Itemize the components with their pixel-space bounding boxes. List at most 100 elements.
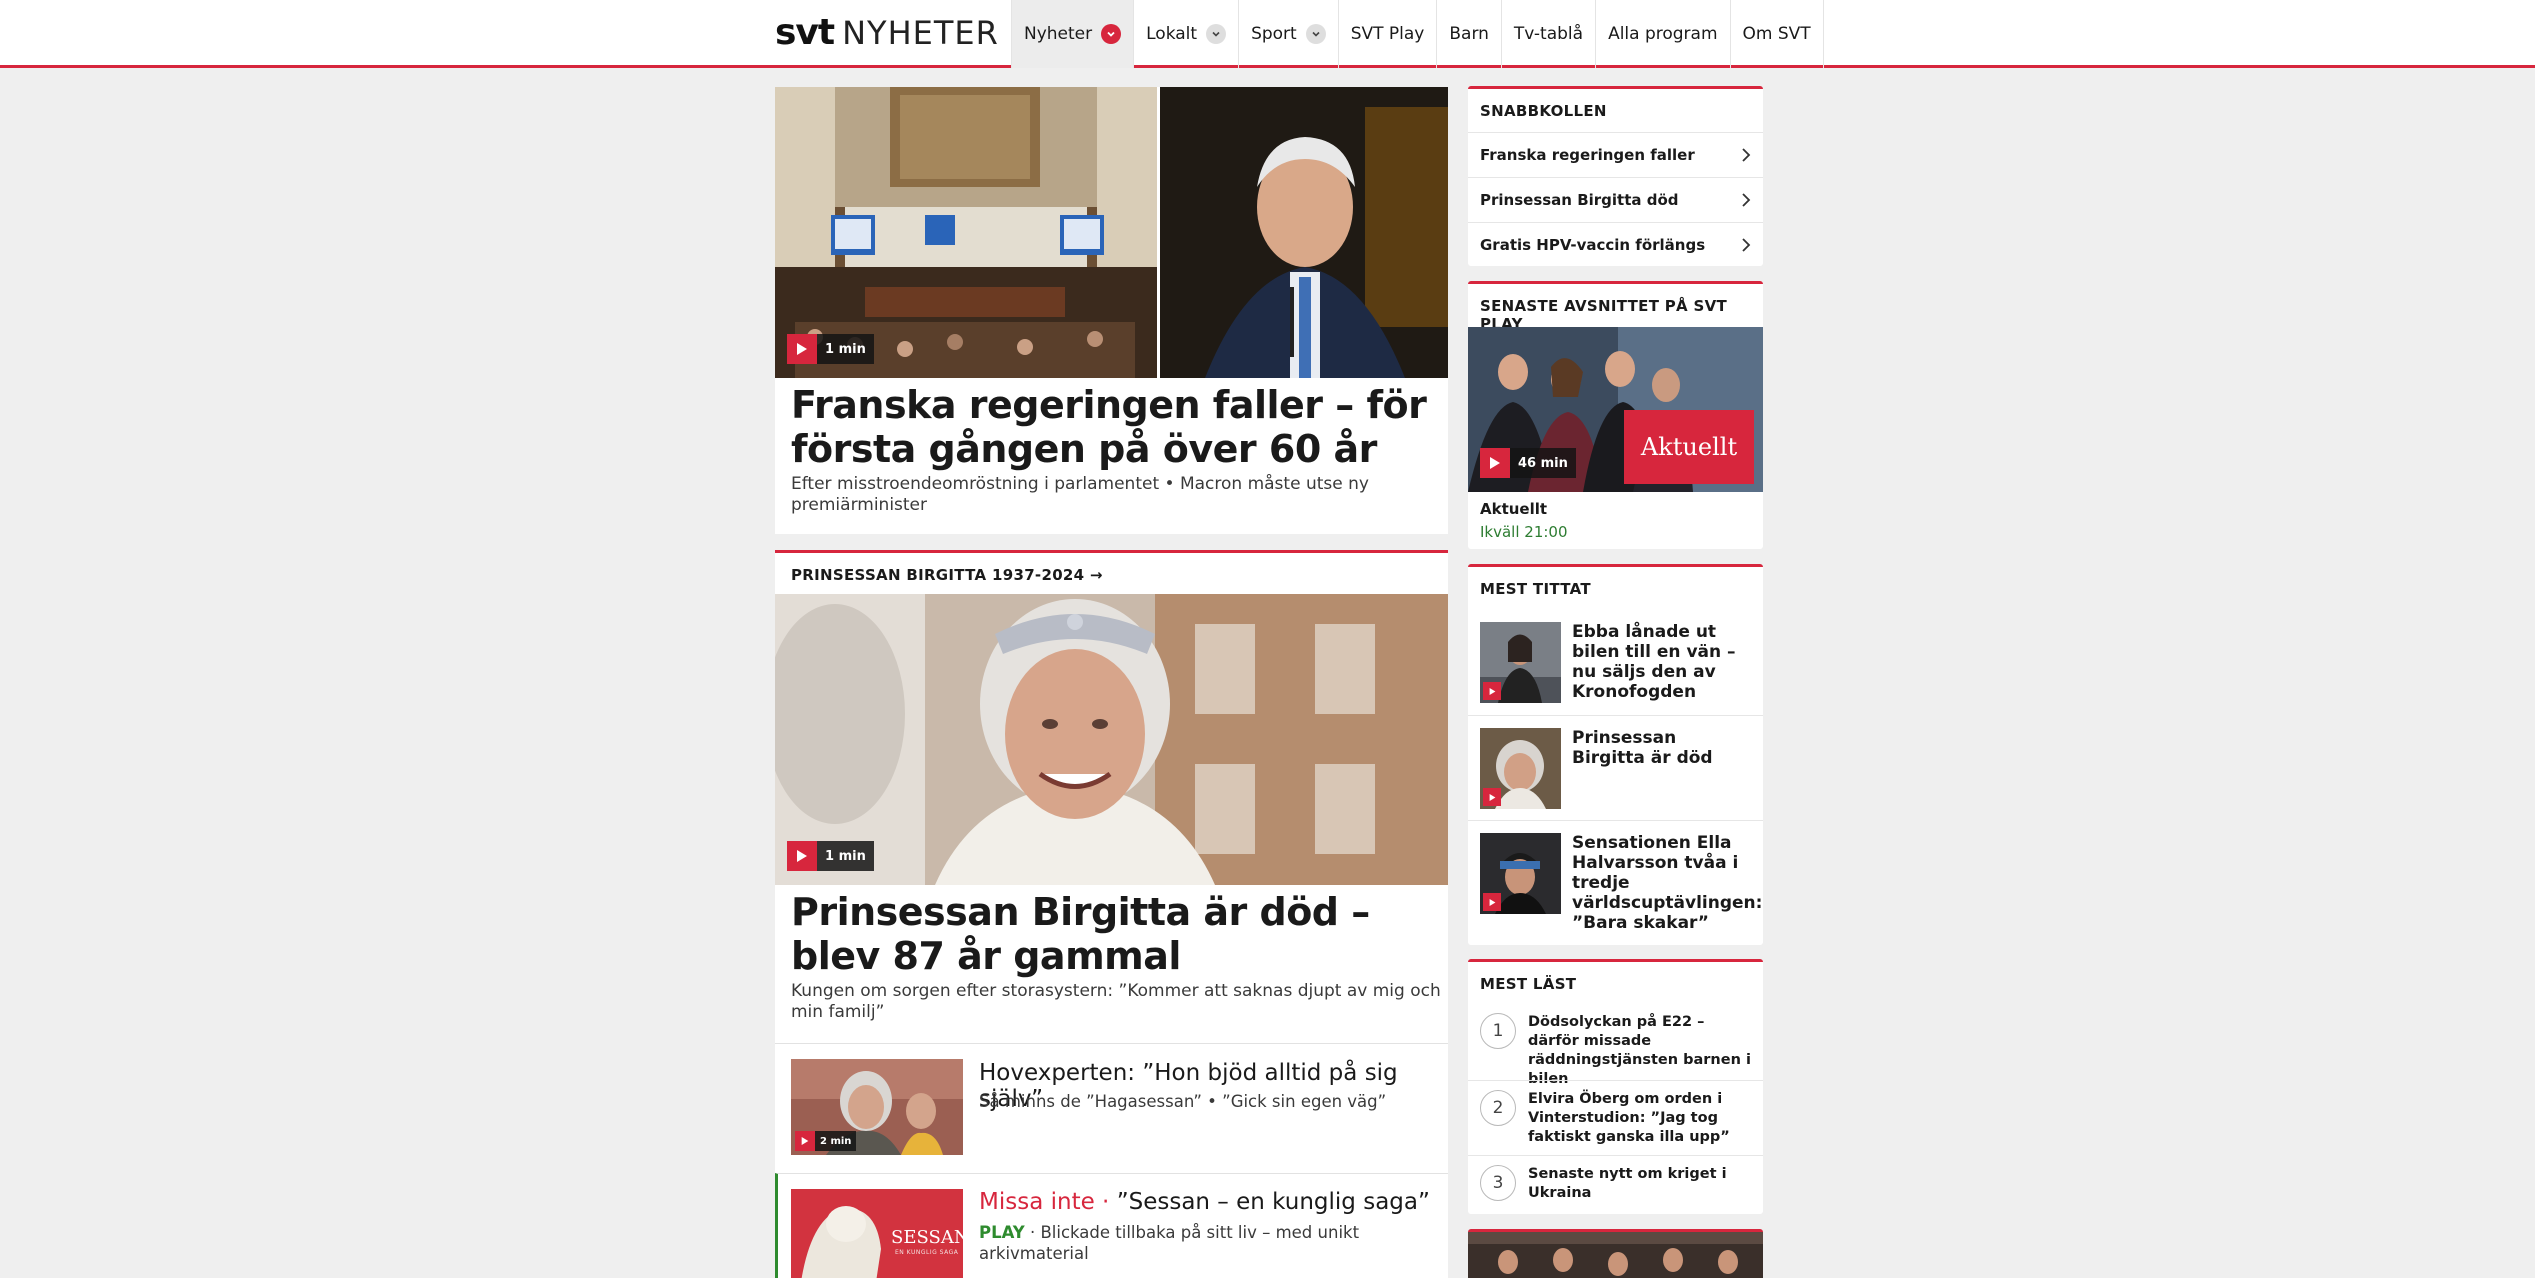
- related-article[interactable]: 2 min Hovexperten: ”Hon bjöd alltid på s…: [775, 1043, 1448, 1173]
- mest-tittat-title: MEST TITTAT: [1480, 580, 1591, 598]
- mest-tittat-item[interactable]: Sensationen Ella Halvarsson tvåa i tredj…: [1468, 820, 1763, 948]
- snabbkollen-item-label: Prinsessan Birgitta död: [1480, 191, 1679, 209]
- snabbkollen-item-label: Gratis HPV-vaccin förlängs: [1480, 236, 1706, 254]
- mest-tittat-item-title: Sensationen Ella Halvarsson tvåa i tredj…: [1572, 833, 1763, 933]
- snabbkollen-item-label: Franska regeringen faller: [1480, 146, 1695, 164]
- mest-last-item[interactable]: 3 Senaste nytt om kriget i Ukraina: [1468, 1155, 1763, 1217]
- lead-article-card[interactable]: 1 min Franska regeringen faller – för fö…: [775, 87, 1448, 534]
- nav-item-tv-tabla[interactable]: Tv-tablå: [1500, 0, 1595, 68]
- mest-tittat-thumbnail[interactable]: [1480, 833, 1561, 914]
- birgitta-package-card: PRINSESSAN BIRGITTA 1937-2024 → 1 min Pr…: [775, 550, 1448, 1278]
- video-duration-badge[interactable]: 2 min: [795, 1131, 857, 1151]
- related-article-thumbnail[interactable]: 2 min: [791, 1059, 963, 1155]
- promo-prefix: Missa inte ·: [979, 1189, 1117, 1215]
- lead-article-image[interactable]: 1 min: [775, 87, 1448, 378]
- nav-label: SVT Play: [1350, 24, 1425, 44]
- snabbkollen-item[interactable]: Prinsessan Birgitta död: [1468, 177, 1763, 222]
- nav-item-alla-program[interactable]: Alla program: [1595, 0, 1729, 68]
- chevron-right-icon: [1741, 237, 1751, 257]
- play-promo[interactable]: SESSAN EN KUNGLIG SAGA Missa inte · ”Ses…: [775, 1173, 1448, 1278]
- snabbkollen-title: SNABBKOLLEN: [1480, 102, 1607, 120]
- nav-item-nyheter[interactable]: Nyheter: [1011, 0, 1134, 68]
- chevron-right-icon: [1741, 192, 1751, 212]
- rank-number: 2: [1480, 1090, 1516, 1126]
- main-nav: Nyheter Lokalt Sport SVT Play Barn Tv-ta…: [1011, 0, 1824, 68]
- nav-item-barn[interactable]: Barn: [1436, 0, 1501, 68]
- logo-nyheter-text: NYHETER: [842, 14, 999, 52]
- mest-tittat-item-title: Ebba lånade ut bilen till en vän – nu sä…: [1572, 622, 1736, 702]
- promo-description-line: PLAY · Blickade tillbaka på sitt liv – m…: [979, 1222, 1409, 1264]
- video-duration-badge[interactable]: 1 min: [787, 841, 874, 871]
- rank-number: 3: [1480, 1165, 1516, 1201]
- promo-thumbnail[interactable]: SESSAN EN KUNGLIG SAGA: [791, 1189, 963, 1278]
- video-duration: 1 min: [825, 848, 866, 864]
- mest-last-item-title: Dödsolyckan på E22 – därför missade rädd…: [1528, 1014, 1751, 1087]
- promo-thumb-title: SESSAN: [891, 1227, 963, 1248]
- promo-description: · Blickade tillbaka på sitt liv – med un…: [979, 1223, 1360, 1263]
- snabbkollen-box: SNABBKOLLEN Franska regeringen faller Pr…: [1468, 86, 1763, 266]
- svt-nyheter-logo[interactable]: svt NYHETER: [775, 12, 999, 53]
- package-section-label[interactable]: PRINSESSAN BIRGITTA 1937-2024 →: [791, 566, 1103, 584]
- aktuellt-episode-image[interactable]: Aktuellt 46 min: [1468, 327, 1763, 492]
- nav-label: Tv-tablå: [1513, 24, 1584, 44]
- video-duration-badge[interactable]: 1 min: [787, 334, 874, 364]
- play-icon: [787, 841, 817, 871]
- lead-subheading: Efter misstroendeomröstning i parlamente…: [791, 474, 1369, 515]
- promo-headline[interactable]: Missa inte · ”Sessan – en kunglig saga”: [979, 1189, 1439, 1215]
- mest-tittat-item[interactable]: Prinsessan Birgitta är död: [1468, 715, 1763, 820]
- nav-item-svt-play[interactable]: SVT Play: [1337, 0, 1437, 68]
- mest-tittat-item-title: Prinsessan Birgitta är död: [1572, 728, 1713, 768]
- video-duration-badge[interactable]: 46 min: [1480, 448, 1576, 478]
- snabbkollen-item[interactable]: Franska regeringen faller: [1468, 132, 1763, 177]
- mest-last-item[interactable]: 2 Elvira Öberg om orden i Vinterstudion:…: [1468, 1080, 1763, 1155]
- video-duration: 2 min: [820, 1135, 852, 1147]
- play-icon: [1480, 448, 1510, 478]
- nav-label: Nyheter: [1024, 24, 1093, 44]
- nav-item-lokalt[interactable]: Lokalt: [1133, 0, 1238, 68]
- play-icon: [1483, 893, 1501, 911]
- chevron-down-icon[interactable]: [1305, 24, 1326, 44]
- nav-item-om-svt[interactable]: Om SVT: [1729, 0, 1824, 68]
- mest-last-box: MEST LÄST 1 Dödsolyckan på E22 – därför …: [1468, 959, 1763, 1214]
- mest-last-item-title: Senaste nytt om kriget i Ukraina: [1528, 1166, 1727, 1201]
- play-icon: [1483, 682, 1501, 700]
- mest-last-title: MEST LÄST: [1480, 975, 1577, 993]
- birgitta-image[interactable]: 1 min: [775, 594, 1448, 885]
- svt-play-latest-box: SENASTE AVSNITTET PÅ SVT PLAY Aktuellt 4…: [1468, 281, 1763, 549]
- video-duration: 46 min: [1518, 455, 1568, 471]
- mest-tittat-thumbnail[interactable]: [1480, 728, 1561, 809]
- chevron-down-icon[interactable]: [1206, 24, 1227, 44]
- snabbkollen-item[interactable]: Gratis HPV-vaccin förlängs: [1468, 222, 1763, 267]
- mest-last-item[interactable]: 1 Dödsolyckan på E22 – därför missade rä…: [1468, 1005, 1763, 1087]
- nav-label: Sport: [1251, 24, 1297, 44]
- promo-thumb-subtitle: EN KUNGLIG SAGA: [895, 1249, 959, 1256]
- play-icon: [1483, 788, 1501, 806]
- play-tag: PLAY: [979, 1223, 1025, 1242]
- top-navigation-bar: svt NYHETER Nyheter Lokalt Sport SVT Pla…: [0, 0, 2535, 68]
- chevron-down-icon[interactable]: [1101, 24, 1122, 44]
- episode-program-name[interactable]: Aktuellt: [1480, 500, 1547, 518]
- nav-label: Om SVT: [1742, 24, 1811, 44]
- sidebar-next-module[interactable]: [1468, 1229, 1763, 1278]
- play-icon: [787, 334, 817, 364]
- mest-tittat-item[interactable]: Ebba lånade ut bilen till en vän – nu sä…: [1468, 610, 1763, 715]
- rank-number: 1: [1480, 1013, 1516, 1049]
- episode-air-time: Ikväll 21:00: [1480, 523, 1568, 541]
- nav-label: Lokalt: [1146, 24, 1198, 44]
- play-icon: [795, 1131, 815, 1151]
- mest-tittat-thumbnail[interactable]: [1480, 622, 1561, 703]
- nav-label: Alla program: [1608, 24, 1718, 44]
- nav-item-sport[interactable]: Sport: [1238, 0, 1338, 68]
- mest-last-item-title: Elvira Öberg om orden i Vinterstudion: ”…: [1528, 1091, 1730, 1145]
- nav-label: Barn: [1449, 24, 1489, 44]
- aktuellt-logo: Aktuellt: [1624, 410, 1754, 484]
- logo-svt-text: svt: [775, 12, 835, 53]
- mest-tittat-box: MEST TITTAT Ebba lånade ut bilen till en…: [1468, 564, 1763, 945]
- related-article-subtitle: Så minns de ”Hagasessan” • ”Gick sin ege…: [979, 1092, 1387, 1111]
- promo-title: ”Sessan – en kunglig saga”: [1116, 1189, 1430, 1215]
- lead-headline[interactable]: Franska regeringen faller – för första g…: [791, 383, 1441, 471]
- video-duration: 1 min: [825, 341, 866, 357]
- birgitta-headline[interactable]: Prinsessan Birgitta är död – blev 87 år …: [791, 890, 1431, 978]
- chevron-right-icon: [1741, 147, 1751, 167]
- birgitta-subheading: Kungen om sorgen efter storasystern: ”Ko…: [791, 981, 1441, 1022]
